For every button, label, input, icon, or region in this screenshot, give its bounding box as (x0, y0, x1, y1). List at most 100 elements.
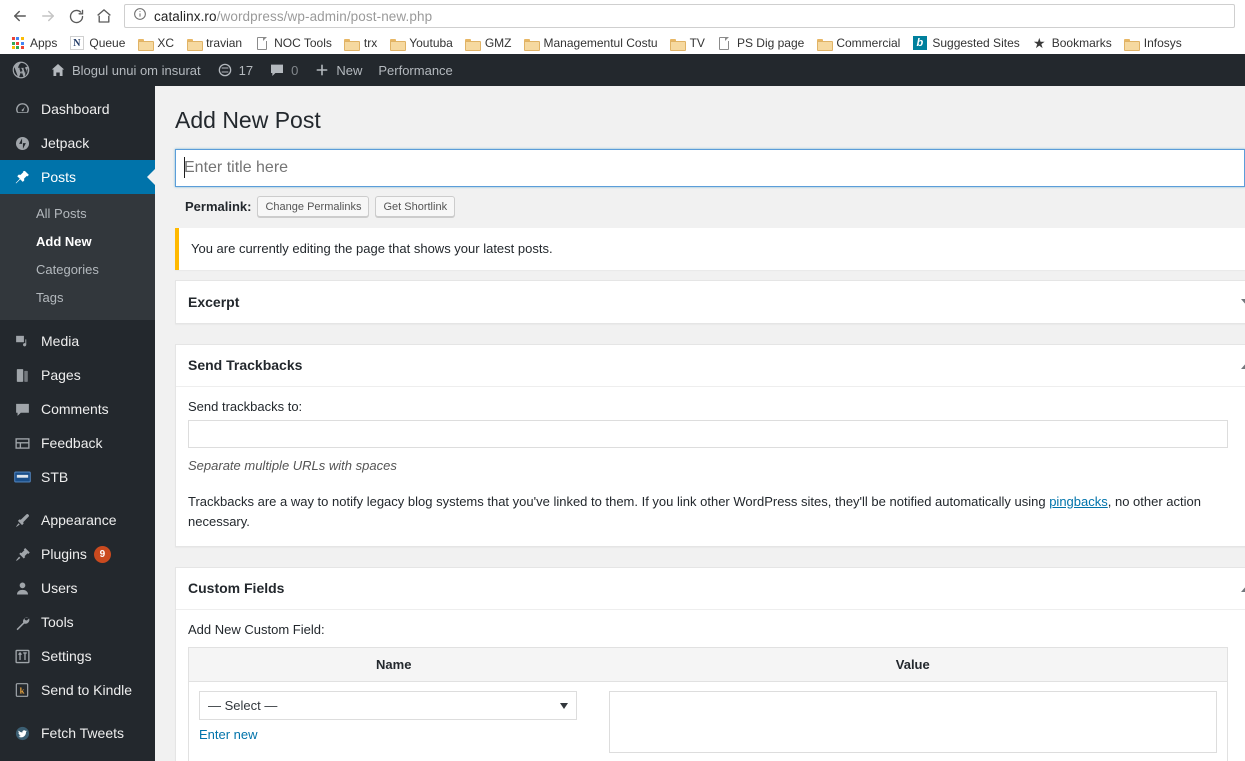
sidebar-item-settings[interactable]: Settings (0, 639, 155, 673)
custom-fields-title: Custom Fields (188, 580, 285, 597)
site-name-label: Blogul unui om insurat (72, 62, 201, 78)
submenu-item-tags[interactable]: Tags (0, 284, 155, 312)
custom-field-value-textarea[interactable] (608, 690, 1217, 753)
bookmark-label: Youtuba (409, 36, 453, 50)
trackbacks-field-label: Send trackbacks to: (188, 398, 303, 414)
sidebar-item-media[interactable]: Media (0, 324, 155, 358)
sidebar-item-label: Comments (41, 401, 109, 417)
paintbrush-icon (12, 512, 32, 529)
sidebar-item-fetch-tweets[interactable]: Fetch Tweets (0, 716, 155, 750)
updates-icon (217, 62, 233, 78)
add-custom-field-label: Add New Custom Field: (188, 621, 325, 637)
forward-arrow-icon[interactable] (34, 2, 62, 30)
submenu-item-add-new[interactable]: Add New (0, 228, 155, 256)
bookmark-commercial[interactable]: Commercial (810, 33, 906, 53)
sidebar-item-label: Send to Kindle (41, 682, 133, 698)
bookmark-managementul-costu[interactable]: Managementul Costu (518, 33, 664, 53)
sidebar-item-label: Appearance (41, 512, 117, 528)
permalink-label: Permalink: (185, 199, 252, 214)
home-icon[interactable] (90, 2, 118, 30)
sidebar-item-users[interactable]: Users (0, 571, 155, 605)
admin-bar-site-name[interactable]: Blogul unui om insurat (42, 54, 209, 86)
sidebar-separator (0, 707, 155, 716)
kindle-k-icon: k (12, 682, 32, 698)
chevron-up-icon[interactable] (1241, 585, 1245, 593)
reload-icon[interactable] (62, 2, 90, 30)
sidebar-item-label: Dashboard (41, 101, 110, 117)
sidebar-item-plugins[interactable]: Plugins 9 (0, 537, 155, 571)
chevron-up-icon[interactable] (1241, 362, 1245, 369)
bookmark-label: NOC Tools (274, 36, 332, 50)
excerpt-header[interactable]: Excerpt (176, 281, 1245, 323)
submenu-item-all-posts[interactable]: All Posts (0, 200, 155, 228)
bookmark-apps[interactable]: Apps (4, 33, 63, 53)
admin-bar-updates[interactable]: 17 (209, 54, 261, 86)
bookmark-infosys[interactable]: Infosys (1118, 33, 1188, 53)
submenu-item-categories[interactable]: Categories (0, 256, 155, 284)
wp-admin-bar: Blogul unui om insurat 17 0 New Performa… (0, 54, 1245, 86)
bing-b-icon: b (912, 36, 927, 51)
sidebar-item-stb[interactable]: STB (0, 460, 155, 494)
sidebar-item-label: Posts (41, 169, 77, 185)
admin-bar-comments[interactable]: 0 (261, 54, 306, 86)
sidebar-item-jetpack[interactable]: Jetpack (0, 126, 155, 160)
custom-fields-header[interactable]: Custom Fields (176, 568, 1245, 610)
admin-sidebar: Dashboard Jetpack Posts All Posts Add Ne… (0, 86, 155, 761)
folder-icon (1124, 36, 1141, 51)
address-bar[interactable]: catalinx.ro/wordpress/wp-admin/post-new.… (124, 4, 1235, 28)
sidebar-item-label: Settings (41, 648, 92, 664)
plug-icon (12, 546, 32, 563)
bookmark-trx[interactable]: trx (338, 33, 383, 53)
bookmark-xc[interactable]: XC (131, 33, 180, 53)
post-title-input[interactable] (175, 149, 1245, 187)
page-icon (717, 36, 732, 51)
bookmark-suggested-sites[interactable]: b Suggested Sites (906, 33, 1025, 53)
feedback-icon (12, 435, 32, 452)
bookmark-gmz[interactable]: GMZ (459, 33, 518, 53)
address-bar-host: catalinx.ro (154, 8, 217, 24)
stb-icon (12, 471, 32, 483)
bookmark-travian[interactable]: travian (180, 33, 248, 53)
sidebar-item-pages[interactable]: Pages (0, 358, 155, 392)
enter-new-link[interactable]: Enter new (199, 727, 258, 742)
sidebar-item-dashboard[interactable]: Dashboard (0, 92, 155, 126)
bookmark-bookmarks[interactable]: ★ Bookmarks (1026, 33, 1118, 53)
change-permalinks-button[interactable]: Change Permalinks (257, 196, 370, 217)
notice-text: You are currently editing the page that … (191, 241, 553, 256)
page-info-icon[interactable] (133, 7, 147, 26)
bookmark-label: Suggested Sites (932, 36, 1020, 50)
sidebar-item-comments[interactable]: Comments (0, 392, 155, 426)
bookmark-queue[interactable]: N Queue (63, 33, 131, 53)
sidebar-item-posts[interactable]: Posts (0, 160, 155, 194)
sidebar-item-label: STB (41, 469, 69, 485)
bookmark-label: Apps (30, 36, 58, 50)
updates-count: 17 (238, 62, 254, 78)
bookmark-tv[interactable]: TV (664, 33, 711, 53)
editing-homepage-notice: You are currently editing the page that … (175, 228, 1245, 270)
wordpress-logo-icon[interactable] (0, 54, 42, 86)
sidebar-item-send-to-kindle[interactable]: k Send to Kindle (0, 673, 155, 707)
folder-icon (524, 36, 541, 51)
trackbacks-body: Send trackbacks to: Separate multiple UR… (176, 387, 1245, 546)
post-title-wrap (175, 149, 1245, 187)
back-arrow-icon[interactable] (6, 2, 34, 30)
custom-field-name-select[interactable]: — Select — (199, 690, 577, 720)
pingbacks-link[interactable]: pingbacks (1049, 494, 1108, 509)
sidebar-item-feedback[interactable]: Feedback (0, 426, 155, 460)
chevron-down-icon[interactable] (1241, 298, 1245, 306)
bookmark-ps-dig-page[interactable]: PS Dig page (711, 33, 810, 53)
sidebar-item-appearance[interactable]: Appearance (0, 503, 155, 537)
folder-icon (137, 36, 154, 51)
bookmark-youtuba[interactable]: Youtuba (383, 33, 459, 53)
admin-bar-performance[interactable]: Performance (370, 54, 460, 86)
sidebar-item-tools[interactable]: Tools (0, 605, 155, 639)
star-icon: ★ (1032, 35, 1046, 51)
sidebar-item-label: Plugins (41, 546, 87, 562)
get-shortlink-button[interactable]: Get Shortlink (375, 196, 456, 217)
bookmark-label: Commercial (836, 36, 901, 50)
trackbacks-input[interactable] (188, 419, 1228, 448)
trackbacks-title: Send Trackbacks (188, 357, 303, 373)
trackbacks-header[interactable]: Send Trackbacks (176, 345, 1245, 387)
bookmark-noc-tools[interactable]: NOC Tools (248, 33, 338, 53)
admin-bar-new[interactable]: New (306, 54, 370, 86)
